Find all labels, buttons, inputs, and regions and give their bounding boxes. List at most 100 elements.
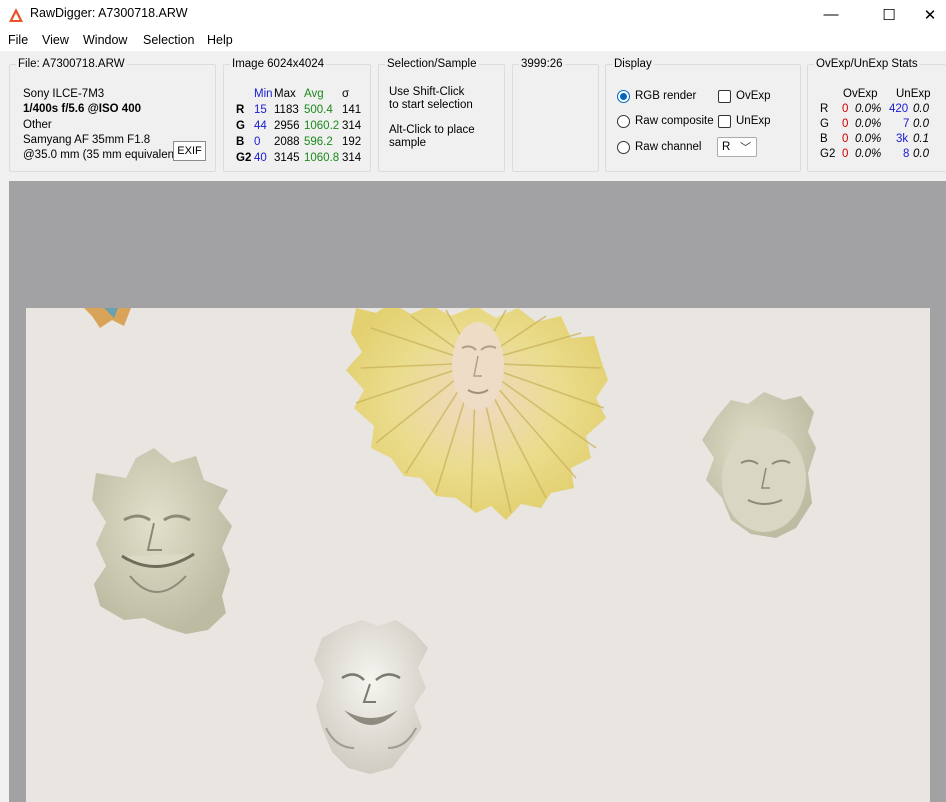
green-man-face-left: [92, 448, 232, 634]
rgb-render-label[interactable]: RGB render: [635, 90, 696, 102]
photo-content: [84, 308, 816, 774]
rgb-render-radio[interactable]: [617, 90, 630, 103]
stats-ovexp-count: 0: [842, 118, 849, 130]
raw-image-preview[interactable]: [26, 308, 930, 802]
stats-panel-title: OvExp/UnExp Stats: [814, 58, 920, 70]
row-channel: G2: [236, 152, 252, 164]
menu-selection[interactable]: Selection: [143, 33, 194, 47]
maiden-face-sculpture: [702, 392, 816, 538]
stats-unexp-pct: 0.0: [913, 103, 929, 115]
menu-file[interactable]: File: [8, 33, 28, 47]
channel-select[interactable]: R ﹀: [717, 137, 757, 157]
stats-unexp-count: 8: [903, 148, 910, 160]
display-panel: Display RGB render Raw composite Raw cha…: [605, 58, 801, 172]
header-min: Min: [254, 88, 273, 100]
stats-channel: G2: [820, 148, 836, 160]
info-bar: File: A7300718.ARW Sony ILCE-7M3 1/400s …: [0, 51, 946, 181]
exposure-stats-panel: OvExp/UnExp Stats OvExp UnExp R 0 0.0% 4…: [807, 58, 946, 172]
minimize-icon: —: [823, 6, 839, 23]
menu-bar: File View Window Selection Help: [0, 29, 946, 51]
header-max: Max: [274, 88, 296, 100]
camera-model: Sony ILCE-7M3: [23, 88, 105, 100]
menu-help[interactable]: Help: [207, 33, 233, 47]
menu-window[interactable]: Window: [83, 33, 127, 47]
close-icon: ✕: [923, 6, 937, 24]
maximize-button[interactable]: ☐: [866, 0, 912, 29]
image-stats-panel: Image 6024x4024 Min Max Avg σ R 15 1183 …: [223, 58, 371, 172]
selection-hint: to start selection: [389, 99, 473, 111]
partial-ornament: [84, 308, 131, 328]
sun-face-sculpture: [346, 308, 608, 520]
stats-unexp-count: 420: [889, 103, 909, 115]
display-panel-title: Display: [612, 58, 654, 70]
sample-hint: Alt-Click to place: [389, 124, 475, 136]
row-max: 2956: [274, 120, 300, 132]
cursor-coordinates: 3999:26: [519, 58, 565, 70]
row-min: 40: [254, 152, 267, 164]
stats-ovexp-pct: 0.0%: [855, 133, 882, 145]
row-max: 1183: [274, 104, 299, 116]
row-avg: 1060.8: [304, 152, 340, 164]
title-bar: RawDigger: A7300718.ARW — ☐ ✕: [0, 0, 946, 29]
raw-channel-radio[interactable]: [617, 141, 630, 154]
row-sigma: 192: [342, 136, 362, 148]
stats-channel: R: [820, 103, 829, 115]
stats-unexp-pct: 0.0: [913, 148, 929, 160]
ovexp-checkbox[interactable]: [718, 90, 731, 103]
row-channel: R: [236, 104, 245, 116]
row-avg: 1060.2: [304, 120, 340, 132]
stats-unexp-pct: 0.0: [913, 118, 929, 130]
stats-ovexp-count: 0: [842, 103, 849, 115]
channel-select-value: R: [722, 141, 731, 153]
stats-unexp-pct: 0.1: [913, 133, 929, 145]
sample-hint: sample: [389, 137, 427, 149]
row-sigma: 141: [342, 104, 362, 116]
laughing-face-sculpture: [314, 620, 428, 774]
file-panel-title: File: A7300718.ARW: [16, 58, 127, 70]
stats-ovexp-pct: 0.0%: [855, 118, 882, 130]
stats-ovexp-count: 0: [842, 133, 849, 145]
stats-channel: G: [820, 118, 829, 130]
selection-panel: Selection/Sample Use Shift-Click to star…: [378, 58, 505, 172]
selection-hint: Use Shift-Click: [389, 86, 465, 98]
row-max: 3145: [274, 152, 300, 164]
menu-view[interactable]: View: [42, 33, 69, 47]
file-panel: File: A7300718.ARW Sony ILCE-7M3 1/400s …: [9, 58, 216, 172]
stats-ovexp-pct: 0.0%: [855, 103, 882, 115]
unexp-label[interactable]: UnExp: [736, 115, 771, 127]
row-avg: 596.2: [304, 136, 333, 148]
focal-length: @35.0 mm (35 mm equivalent: 3: [23, 149, 183, 161]
stats-unexp-count: 7: [903, 118, 910, 130]
row-min: 44: [254, 120, 267, 132]
exposure-info: 1/400s f/5.6 @ISO 400: [23, 103, 141, 115]
stats-unexp-count: 3k: [896, 133, 909, 145]
image-viewer[interactable]: [9, 181, 946, 802]
image-panel-title: Image 6024x4024: [230, 58, 327, 70]
exif-button[interactable]: EXIF: [173, 141, 206, 161]
minimize-button[interactable]: —: [808, 0, 854, 29]
coordinates-panel: 3999:26: [512, 58, 599, 172]
raw-composite-label[interactable]: Raw composite: [635, 115, 714, 127]
exposure-mode: Other: [23, 119, 52, 131]
rawdigger-logo-icon: [9, 8, 23, 22]
row-channel: B: [236, 136, 245, 148]
stats-header-unexp: UnExp: [896, 88, 931, 100]
header-avg: Avg: [304, 88, 324, 100]
raw-composite-radio[interactable]: [617, 115, 630, 128]
stats-ovexp-pct: 0.0%: [855, 148, 882, 160]
ovexp-label[interactable]: OvExp: [736, 90, 771, 102]
window-title: RawDigger: A7300718.ARW: [30, 6, 188, 20]
row-sigma: 314: [342, 120, 362, 132]
row-min: 0: [254, 136, 261, 148]
chevron-down-icon: ﹀: [740, 142, 751, 154]
stats-header-ovexp: OvExp: [843, 88, 878, 100]
row-min: 15: [254, 104, 267, 116]
unexp-checkbox[interactable]: [718, 115, 731, 128]
raw-channel-label[interactable]: Raw channel: [635, 141, 701, 153]
maximize-icon: ☐: [882, 6, 896, 24]
header-sigma: σ: [342, 88, 350, 100]
close-button[interactable]: ✕: [914, 0, 946, 29]
row-max: 2088: [274, 136, 300, 148]
row-avg: 500.4: [304, 104, 333, 116]
row-sigma: 314: [342, 152, 362, 164]
